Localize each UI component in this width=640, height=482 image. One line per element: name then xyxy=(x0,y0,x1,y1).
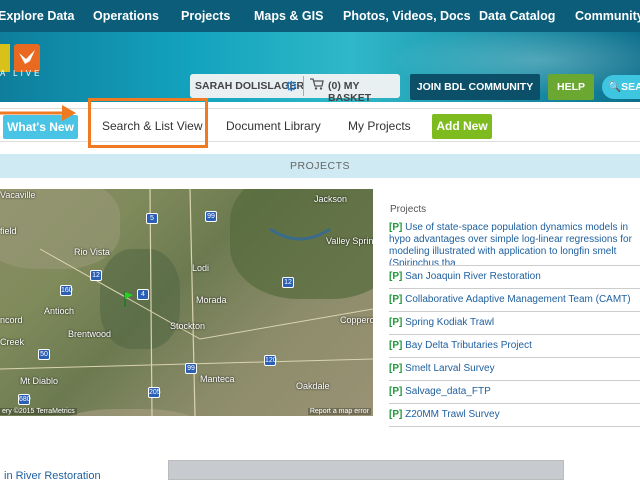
map-place-label: Stockton xyxy=(170,321,206,331)
help-button[interactable]: HELP xyxy=(548,74,594,100)
gear-icon[interactable]: ⚙ xyxy=(285,78,301,94)
logo-bird-icon xyxy=(14,44,40,72)
tab-my-projects[interactable]: My Projects xyxy=(348,119,411,133)
project-link[interactable]: San Joaquin River Restoration xyxy=(405,271,541,282)
project-item[interactable]: [P] Smelt Larval Survey xyxy=(389,358,640,381)
project-map[interactable]: Vacaville Jackson field Rio Vista Lodi A… xyxy=(0,189,373,416)
highway-shield-icon: 680 xyxy=(18,394,31,405)
project-photo xyxy=(168,460,564,480)
project-link[interactable]: Spring Kodiak Trawl xyxy=(405,317,494,328)
project-item[interactable]: [P] Bay Delta Tributaries Project xyxy=(389,335,640,358)
cart-icon[interactable] xyxy=(310,78,324,93)
nav-projects[interactable]: Projects xyxy=(181,9,230,23)
map-place-label: Oakdale xyxy=(296,381,330,391)
logo-tagline: A LIVE xyxy=(0,69,43,78)
highway-shield-icon: 120 xyxy=(264,355,277,366)
project-marker-icon[interactable] xyxy=(124,291,134,307)
section-title: PROJECTS xyxy=(0,154,640,178)
basket-link[interactable]: (0) MY BASKET xyxy=(328,80,400,102)
project-item[interactable]: [P] San Joaquin River Restoration xyxy=(389,266,640,289)
map-attribution: ery ©2015 TerraMetrics xyxy=(0,408,77,415)
map-place-label: Valley Springs xyxy=(326,236,373,246)
nav-explore-data[interactable]: Explore Data xyxy=(0,9,74,23)
user-chip: SARAH DOLISLAGER ⚙ (0) MY BASKET xyxy=(190,74,400,102)
highway-shield-icon: 205 xyxy=(148,387,161,398)
project-link[interactable]: Salvage_data_FTP xyxy=(405,386,491,397)
highway-shield-icon: 12 xyxy=(282,277,294,288)
project-tag: [P] xyxy=(389,222,403,233)
project-tag: [P] xyxy=(389,271,403,282)
project-tag: [P] xyxy=(389,386,403,397)
annotation-highlight-box xyxy=(88,98,208,148)
project-list: [P] Use of state-space population dynami… xyxy=(389,219,640,427)
project-item[interactable]: [P] Z20MM Trawl Survey xyxy=(389,404,640,427)
map-place-label: Creek xyxy=(0,337,25,347)
map-place-label: Brentwood xyxy=(68,329,112,339)
map-place-label: Vacaville xyxy=(0,190,36,200)
project-item[interactable]: [P] Salvage_data_FTP xyxy=(389,381,640,404)
join-community-button[interactable]: JOIN BDL COMMUNITY xyxy=(410,74,540,100)
projects-heading: Projects xyxy=(390,204,427,215)
map-place-label: Morada xyxy=(196,295,227,305)
project-tag: [P] xyxy=(389,294,403,305)
map-place-label: Rio Vista xyxy=(74,247,110,257)
nav-operations[interactable]: Operations xyxy=(93,9,159,23)
map-place-label: Lodi xyxy=(192,263,210,273)
project-tag: [P] xyxy=(389,340,403,351)
top-nav: Explore Data Operations Projects Maps & … xyxy=(0,0,640,32)
search-label: SEA xyxy=(621,81,640,93)
nav-community[interactable]: Community xyxy=(575,9,640,23)
project-item[interactable]: [P] Spring Kodiak Trawl xyxy=(389,312,640,335)
nav-photos-videos-docs[interactable]: Photos, Videos, Docs xyxy=(343,9,471,23)
annotation-arrow-icon xyxy=(0,105,76,121)
map-place-label: Mt Diablo xyxy=(20,376,59,386)
map-place-label: Jackson xyxy=(314,194,348,204)
highway-shield-icon: 160 xyxy=(60,285,73,296)
highway-shield-icon: 5 xyxy=(146,213,158,224)
map-place-label: ncord xyxy=(0,315,23,325)
project-link[interactable]: Collaborative Adaptive Management Team (… xyxy=(405,294,630,305)
project-link[interactable]: Smelt Larval Survey xyxy=(405,363,494,374)
map-place-label: Copperop xyxy=(340,315,373,325)
divider xyxy=(303,76,304,96)
header-banner: A LIVE SARAH DOLISLAGER ⚙ (0) MY BASKET … xyxy=(0,32,640,102)
bottom-project-link[interactable]: in River Restoration xyxy=(4,470,101,482)
project-tag: [P] xyxy=(389,317,403,328)
map-place-label: Antioch xyxy=(44,306,75,316)
highway-shield-icon: 99 xyxy=(205,211,217,222)
project-tag: [P] xyxy=(389,363,403,374)
map-place-label: field xyxy=(0,226,17,236)
project-link[interactable]: Use of state-space population dynamics m… xyxy=(389,222,632,265)
project-item[interactable]: [P] Use of state-space population dynami… xyxy=(389,219,640,266)
logo-yellow-block xyxy=(0,44,10,72)
search-icon: 🔍 xyxy=(608,81,622,93)
highway-shield-icon: 99 xyxy=(185,363,197,374)
search-button[interactable]: 🔍SEA xyxy=(602,75,640,99)
add-new-button[interactable]: Add New xyxy=(432,114,492,139)
highway-shield-icon: 4 xyxy=(137,289,149,300)
report-map-error-link[interactable]: Report a map error xyxy=(307,408,371,415)
project-link[interactable]: Bay Delta Tributaries Project xyxy=(405,340,532,351)
project-item[interactable]: [P] Collaborative Adaptive Management Te… xyxy=(389,289,640,312)
nav-maps-gis[interactable]: Maps & GIS xyxy=(254,9,323,23)
project-tag: [P] xyxy=(389,409,403,420)
project-link[interactable]: Z20MM Trawl Survey xyxy=(405,409,499,420)
highway-shield-icon: 12 xyxy=(90,270,102,281)
map-place-label: Manteca xyxy=(200,374,235,384)
tab-document-library[interactable]: Document Library xyxy=(226,119,321,133)
nav-data-catalog[interactable]: Data Catalog xyxy=(479,9,555,23)
highway-shield-icon: 50 xyxy=(38,349,50,360)
